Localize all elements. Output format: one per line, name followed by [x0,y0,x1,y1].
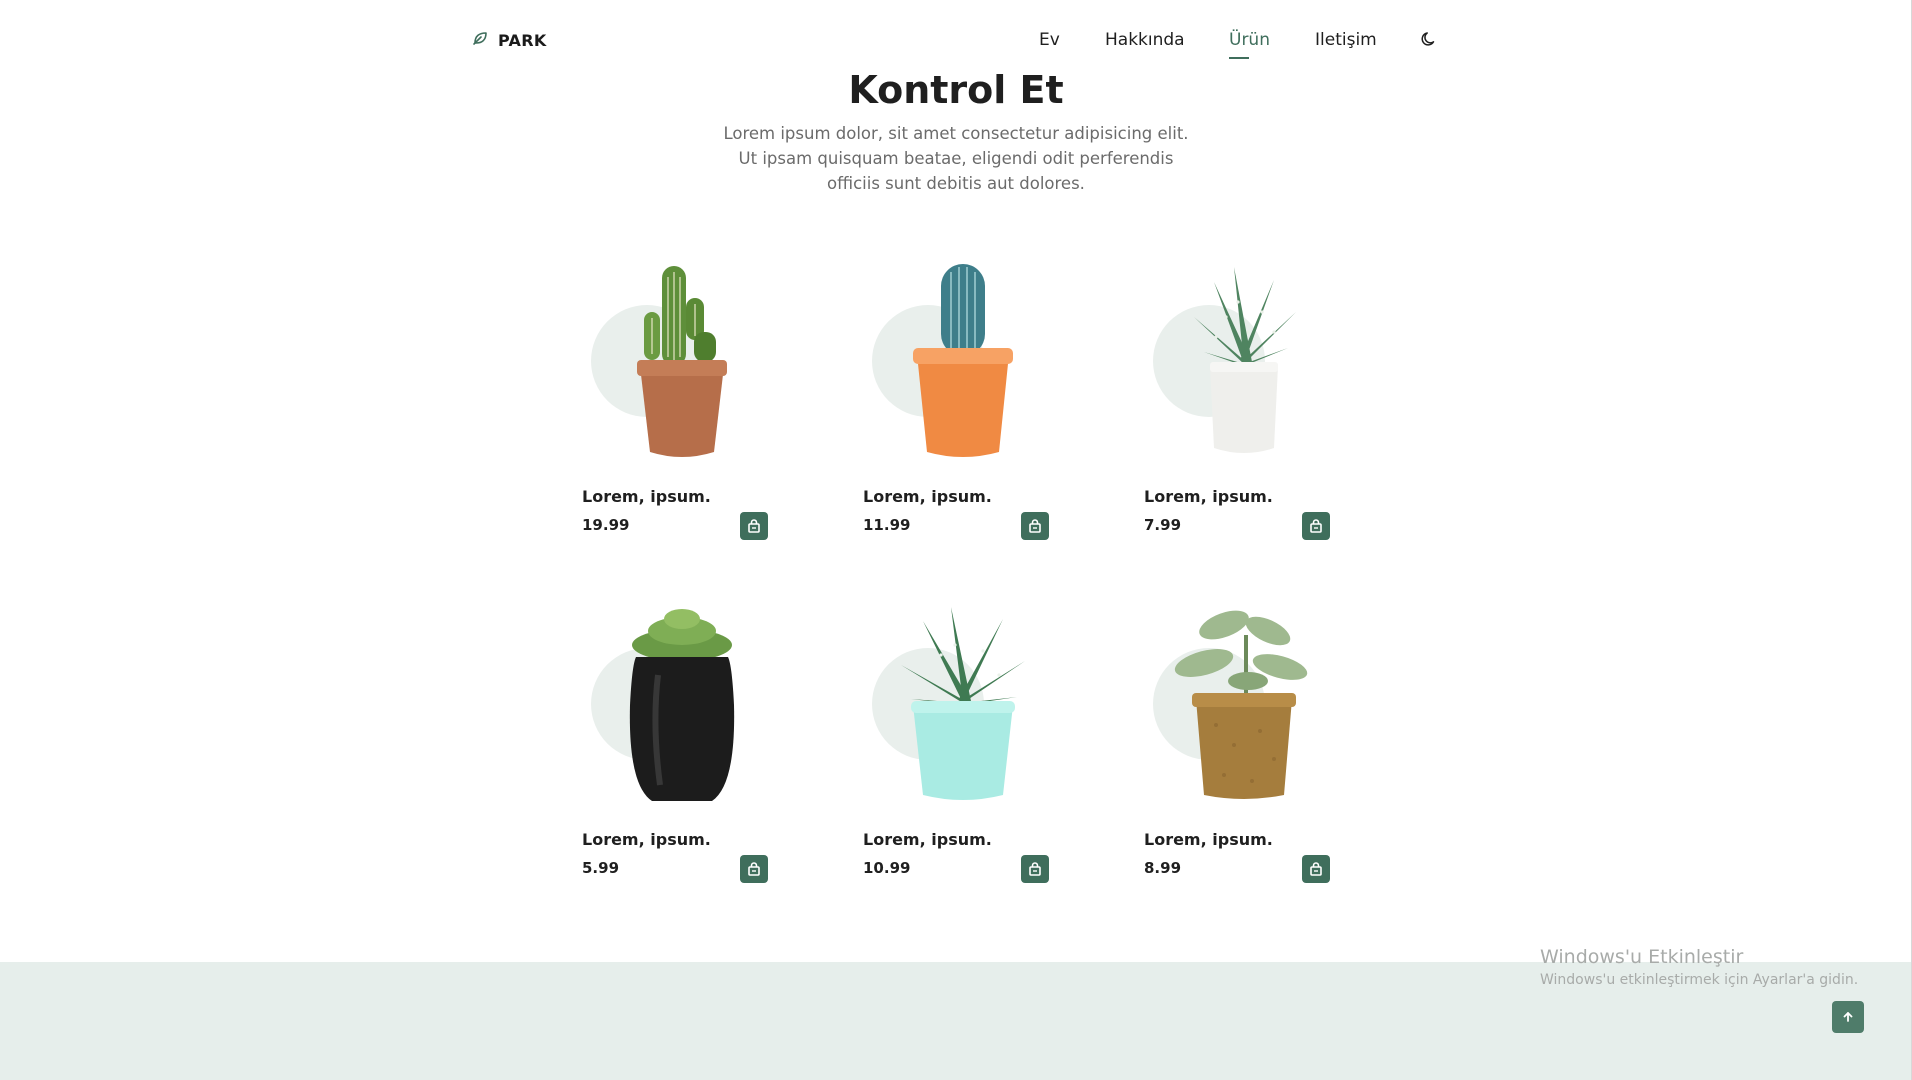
subtitle-line: officiis sunt debitis aut dolores. [827,174,1085,193]
product-image [1194,267,1296,453]
nav-item-ev[interactable]: Ev [1039,30,1060,50]
product-card[interactable]: Lorem, ipsum. 10.99 [863,605,1063,905]
page-title: Kontrol Et [848,68,1064,112]
nav-item-urun[interactable]: Ürün [1229,30,1270,50]
shopping-bag-icon [1029,519,1041,533]
shopping-bag-icon [748,862,760,876]
product-card[interactable]: Lorem, ipsum. 11.99 [863,262,1063,562]
product-image [629,609,735,801]
shopping-bag-icon [1029,862,1041,876]
shopping-bag-icon [1310,862,1322,876]
moon-icon[interactable] [1420,30,1438,52]
product-image [1174,610,1308,799]
product-card[interactable]: Lorem, ipsum. 5.99 [582,605,782,905]
nav-item-hakkinda[interactable]: Hakkında [1105,30,1185,50]
add-to-cart-button[interactable] [1021,512,1049,540]
product-price: 19.99 [582,516,630,534]
scroll-to-top-button[interactable] [1832,1001,1864,1033]
product-name: Lorem, ipsum. [582,487,711,506]
product-image [913,264,1013,457]
product-image [901,607,1025,800]
product-card[interactable]: Lorem, ipsum. 7.99 [1144,262,1344,562]
main-nav: Ev Hakkında Ürün Iletişim [0,30,1912,60]
add-to-cart-button[interactable] [1302,512,1330,540]
product-image [637,266,727,457]
product-price: 7.99 [1144,516,1182,534]
page-subtitle: Lorem ipsum dolor, sit amet consectetur … [706,121,1206,196]
add-to-cart-button[interactable] [1302,855,1330,883]
product-price: 10.99 [863,859,911,877]
product-price: 11.99 [863,516,911,534]
add-to-cart-button[interactable] [1021,855,1049,883]
nav-item-iletisim[interactable]: Iletişim [1315,30,1377,50]
subtitle-line: Ut ipsam quisquam beatae, eligendi odit … [738,149,1174,168]
product-card[interactable]: Lorem, ipsum. 8.99 [1144,605,1344,905]
shopping-bag-icon [1310,519,1322,533]
nav-active-indicator [1229,57,1249,59]
product-name: Lorem, ipsum. [863,830,992,849]
shopping-bag-icon [748,519,760,533]
product-name: Lorem, ipsum. [1144,830,1273,849]
product-card[interactable]: Lorem, ipsum. 19.99 [582,262,782,562]
activation-watermark-title: Windows'u Etkinleştir [1540,946,1744,968]
product-name: Lorem, ipsum. [582,830,711,849]
add-to-cart-button[interactable] [740,855,768,883]
product-price: 8.99 [1144,859,1182,877]
activation-watermark-subtitle: Windows'u etkinleştirmek için Ayarlar'a … [1540,972,1859,988]
product-name: Lorem, ipsum. [1144,487,1273,506]
product-name: Lorem, ipsum. [863,487,992,506]
product-price: 5.99 [582,859,620,877]
arrow-up-icon [1843,1012,1853,1022]
add-to-cart-button[interactable] [740,512,768,540]
subtitle-line: Lorem ipsum dolor, sit amet consectetur … [723,124,1189,143]
